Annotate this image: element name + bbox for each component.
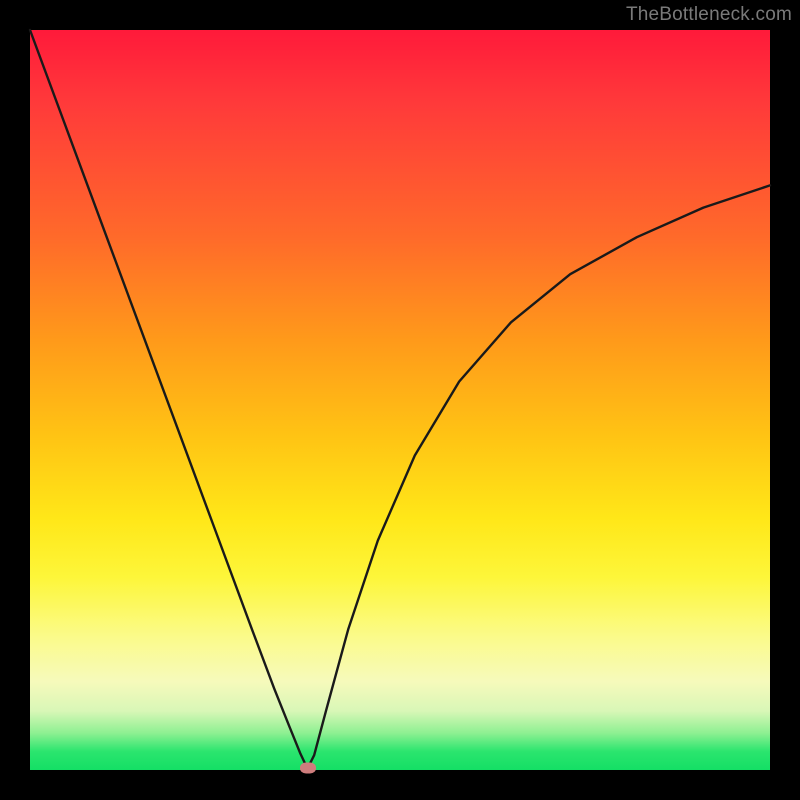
chart-frame: TheBottleneck.com — [0, 0, 800, 800]
plot-area — [30, 30, 770, 770]
bottleneck-curve — [30, 30, 770, 770]
optimal-point-marker — [300, 762, 316, 773]
watermark-text: TheBottleneck.com — [626, 4, 792, 26]
